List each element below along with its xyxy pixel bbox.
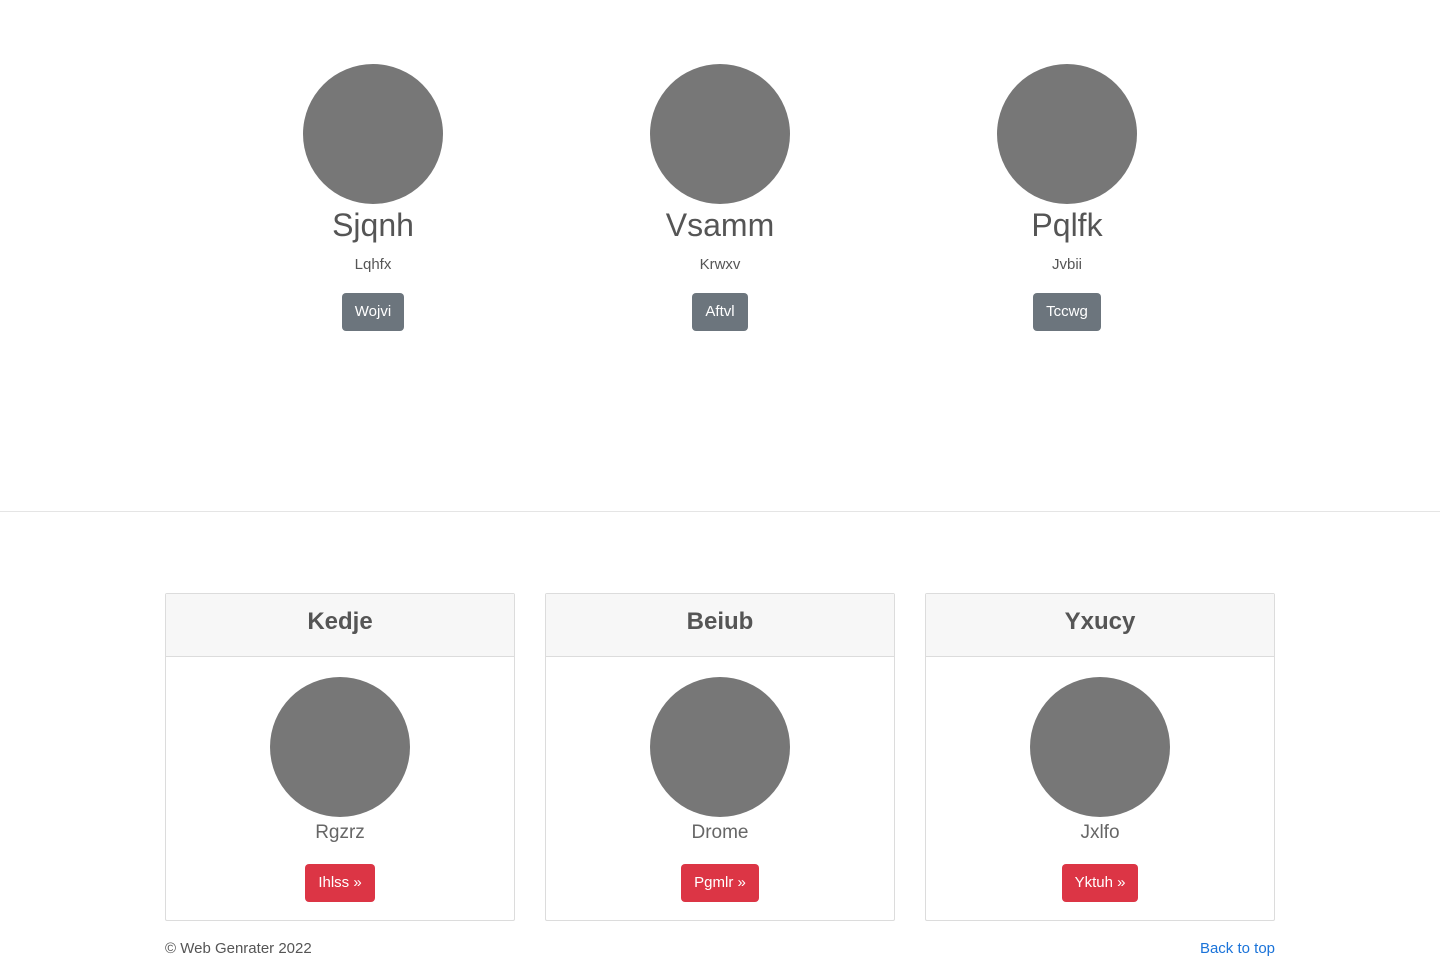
card-header: Yxucy bbox=[926, 594, 1274, 657]
profile-button[interactable]: Tccwg bbox=[1033, 293, 1101, 331]
profiles-section: Sjqnh Lqhfx Wojvi Vsamm Krwxv Aftvl Pqlf… bbox=[0, 0, 1440, 512]
profile-card: Sjqnh Lqhfx Wojvi bbox=[223, 64, 523, 331]
card-button[interactable]: Ihlss » bbox=[305, 864, 375, 902]
card-header: Kedje bbox=[166, 594, 514, 657]
cards-section: Kedje Rgzrz Ihlss » Beiub Drome Pgmlr » … bbox=[165, 593, 1275, 921]
profile-card: Pqlfk Jvbii Tccwg bbox=[917, 64, 1217, 331]
profile-name: Sjqnh bbox=[332, 207, 414, 243]
card-body: Drome Pgmlr » bbox=[546, 657, 894, 902]
card-header: Beiub bbox=[546, 594, 894, 657]
feature-card: Beiub Drome Pgmlr » bbox=[545, 593, 895, 921]
profile-card: Vsamm Krwxv Aftvl bbox=[570, 64, 870, 331]
card-avatar bbox=[1030, 677, 1170, 817]
copyright-text: © Web Genrater 2022 bbox=[165, 940, 312, 957]
card-text: Rgzrz bbox=[315, 822, 365, 843]
profile-button[interactable]: Wojvi bbox=[341, 293, 405, 331]
card-body: Jxlfo Yktuh » bbox=[926, 657, 1274, 902]
profile-button[interactable]: Aftvl bbox=[692, 293, 748, 331]
back-to-top-link[interactable]: Back to top bbox=[1200, 938, 1275, 960]
profile-avatar bbox=[650, 64, 790, 204]
profile-name: Vsamm bbox=[665, 207, 775, 243]
feature-card: Yxucy Jxlfo Yktuh » bbox=[925, 593, 1275, 921]
feature-card: Kedje Rgzrz Ihlss » bbox=[165, 593, 515, 921]
profile-subtitle: Lqhfx bbox=[354, 256, 392, 273]
card-text: Jxlfo bbox=[1080, 822, 1120, 843]
card-button[interactable]: Pgmlr » bbox=[681, 864, 759, 902]
card-avatar bbox=[650, 677, 790, 817]
card-button[interactable]: Yktuh » bbox=[1061, 864, 1139, 902]
card-text: Drome bbox=[691, 822, 749, 843]
profile-avatar bbox=[997, 64, 1137, 204]
profile-subtitle: Krwxv bbox=[699, 256, 741, 273]
card-body: Rgzrz Ihlss » bbox=[166, 657, 514, 902]
card-avatar bbox=[270, 677, 410, 817]
footer: © Web Genrater 2022 Back to top bbox=[165, 938, 1275, 960]
profile-name: Pqlfk bbox=[1031, 207, 1103, 243]
profile-subtitle: Jvbii bbox=[1051, 256, 1082, 273]
profile-avatar bbox=[303, 64, 443, 204]
